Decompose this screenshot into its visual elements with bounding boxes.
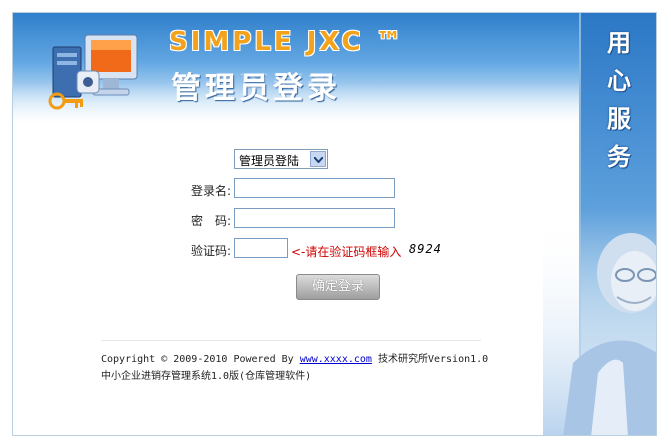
slogan-char: 服 (607, 105, 631, 133)
copyright-line: Copyright © 2009-2010 Powered By www.xxx… (101, 351, 488, 368)
computer-key-logo-icon (41, 27, 161, 117)
service-person-image (543, 213, 656, 435)
login-panel: SIMPLE JXC ™ 管理员登录 管理员登录 用 心 服 务 管理员登陆 登… (12, 12, 657, 436)
chevron-down-icon[interactable] (310, 151, 326, 167)
password-input[interactable] (234, 208, 395, 228)
copyright-suffix: 技术研究所Version1.0 (377, 354, 489, 365)
password-label: 密 码: (190, 214, 231, 228)
slogan-char: 心 (607, 67, 631, 95)
copyright-text: Copyright © 2009-2010 Powered By (101, 354, 294, 365)
website-link[interactable]: www.xxxx.com (300, 354, 372, 365)
footer-divider (101, 340, 481, 341)
brand-title: SIMPLE JXC ™ (169, 27, 405, 57)
footer: Copyright © 2009-2010 Powered By www.xxx… (101, 351, 488, 385)
login-button[interactable]: 确定登录 (296, 274, 380, 300)
captcha-hint: <-请在验证码框输入 (291, 245, 402, 259)
username-label: 登录名: (190, 184, 231, 198)
role-select-value: 管理员登陆 (239, 154, 300, 168)
page-title-reflection: 管理员登录 (171, 71, 341, 90)
captcha-label: 验证码: (190, 244, 231, 258)
captcha-input[interactable] (234, 238, 288, 258)
slogan-char: 务 (607, 143, 631, 171)
slogan-char: 用 (607, 29, 631, 57)
slogan: 用 心 服 务 (603, 27, 639, 179)
captcha-code: 8924 (409, 242, 442, 256)
username-input[interactable] (234, 178, 395, 198)
role-select[interactable]: 管理员登陆 (234, 149, 328, 169)
product-line: 中小企业进销存管理系统1.0版(仓库管理软件) (101, 371, 312, 382)
